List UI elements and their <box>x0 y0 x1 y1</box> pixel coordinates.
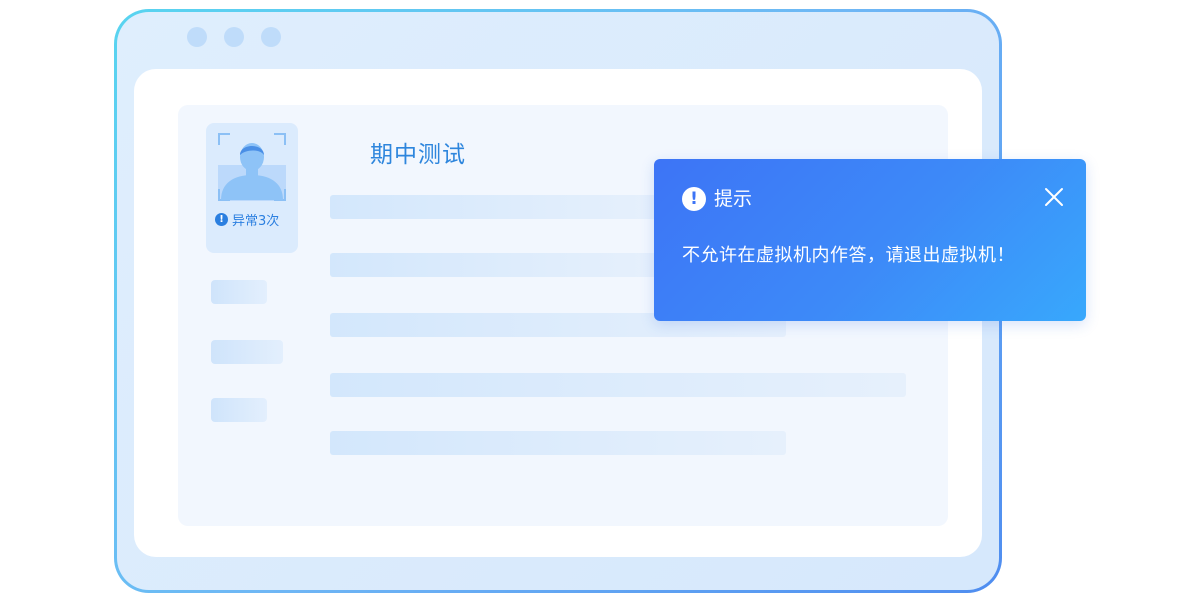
question-placeholder-5 <box>330 431 786 455</box>
window-dot-1 <box>187 27 207 47</box>
question-placeholder-1 <box>330 195 660 219</box>
window-dot-3 <box>261 27 281 47</box>
anomaly-count: ! 异常3次 <box>215 210 280 229</box>
anomaly-count-label: 异常3次 <box>232 213 280 229</box>
question-placeholder-4 <box>330 373 906 397</box>
window-dot-2 <box>224 27 244 47</box>
dialog-title: 提示 <box>714 188 753 210</box>
sidebar-placeholder-2 <box>211 340 283 364</box>
exclamation-circle-icon: ! <box>682 187 706 211</box>
face-capture-icon <box>218 133 286 201</box>
alert-dialog <box>654 159 1086 321</box>
sidebar-placeholder-1 <box>211 280 267 304</box>
question-placeholder-2 <box>330 253 660 277</box>
exclamation-icon: ! <box>215 212 228 226</box>
close-icon[interactable] <box>1042 185 1066 209</box>
exam-title: 期中测试 <box>370 142 466 168</box>
sidebar-placeholder-3 <box>211 398 267 422</box>
dialog-message: 不允许在虚拟机内作答，请退出虚拟机！ <box>682 245 1015 266</box>
